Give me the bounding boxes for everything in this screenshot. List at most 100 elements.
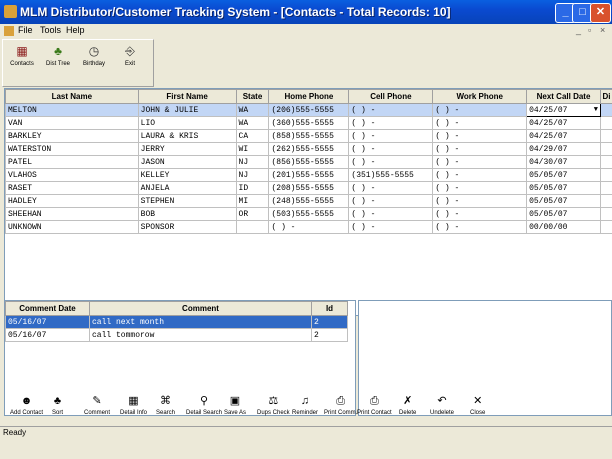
- table-cell[interactable]: ( ) -: [348, 129, 434, 143]
- table-cell[interactable]: ( ) -: [432, 220, 528, 234]
- table-cell[interactable]: WA: [235, 116, 270, 130]
- table-row[interactable]: VLAHOS KELLEY NJ (201)555-5555 (351)555-5555…: [5, 168, 612, 182]
- table-cell[interactable]: CA: [235, 129, 270, 143]
- table-cell[interactable]: ( ) -: [432, 207, 528, 221]
- col-first-name[interactable]: First Name: [137, 89, 237, 104]
- table-row[interactable]: RASET ANJELA ID (208)555-5555( ) -( ) -05/0…: [5, 181, 612, 195]
- table-cell[interactable]: 00/00/00: [526, 220, 601, 234]
- table-cell[interactable]: [599, 168, 612, 182]
- table-cell[interactable]: ( ) -: [348, 155, 434, 169]
- next-call-date-editor[interactable]: 04/25/07: [529, 106, 567, 115]
- table-row[interactable]: HADLEY STEPHEN MI (248)555-5555( ) -( ) -05…: [5, 194, 612, 208]
- detail-search-button[interactable]: ⚲ Detail Search: [186, 394, 222, 416]
- table-cell[interactable]: ▼ 04/25/07: [526, 103, 601, 117]
- birthday-button[interactable]: ◷ Birthday: [77, 42, 111, 80]
- table-cell[interactable]: ( ) -: [348, 220, 434, 234]
- col-work-phone[interactable]: Work Phone: [432, 89, 528, 104]
- add-contact-button[interactable]: ☻ Add Contact: [10, 394, 43, 416]
- table-cell[interactable]: 04/25/07: [526, 129, 601, 143]
- table-cell[interactable]: ( ) -: [432, 155, 528, 169]
- table-cell[interactable]: PATEL: [5, 155, 139, 169]
- table-cell[interactable]: (201)555-5555: [268, 168, 350, 182]
- table-cell[interactable]: JOHN & JULIE: [137, 103, 237, 117]
- table-cell[interactable]: ( ) -: [432, 142, 528, 156]
- dist-tree-button[interactable]: ♣ Dist Tree: [41, 42, 75, 80]
- table-row[interactable]: UNKNOWN SPONSOR( ) -( ) -( ) -00/00/00: [5, 220, 612, 234]
- undelete-button[interactable]: ↶ Undelete: [430, 394, 454, 416]
- table-cell[interactable]: ( ) -: [348, 103, 434, 117]
- mdi-restore-icon[interactable]: ▫: [588, 25, 591, 35]
- print-contact-button[interactable]: ⎙ Print Contact: [357, 394, 392, 416]
- table-cell[interactable]: WATERSTON: [5, 142, 139, 156]
- table-cell[interactable]: WI: [235, 142, 270, 156]
- comment-cell[interactable]: 05/16/07: [5, 328, 90, 342]
- table-cell[interactable]: BOB: [137, 207, 237, 221]
- table-cell[interactable]: (208)555-5555: [268, 181, 350, 195]
- table-cell[interactable]: ( ) -: [348, 142, 434, 156]
- contacts-grid[interactable]: Last Name First Name State Home Phone Ce…: [4, 88, 612, 316]
- table-cell[interactable]: (262)555-5555: [268, 142, 350, 156]
- save-as-button[interactable]: ▣ Save As: [224, 394, 246, 416]
- table-cell[interactable]: LIO: [137, 116, 237, 130]
- table-cell[interactable]: 04/25/07: [526, 116, 601, 130]
- reminder-button[interactable]: ♫ Reminder: [292, 394, 318, 416]
- table-cell[interactable]: [599, 142, 612, 156]
- table-cell[interactable]: VLAHOS: [5, 168, 139, 182]
- table-cell[interactable]: JASON: [137, 155, 237, 169]
- table-cell[interactable]: SPONSOR: [137, 220, 237, 234]
- table-cell[interactable]: ( ) -: [268, 220, 350, 234]
- contacts-button[interactable]: ▦ Contacts: [5, 42, 39, 80]
- table-cell[interactable]: ( ) -: [348, 207, 434, 221]
- table-cell[interactable]: [599, 207, 612, 221]
- col-comment-date[interactable]: Comment Date: [5, 301, 90, 316]
- table-cell[interactable]: MI: [235, 194, 270, 208]
- table-cell[interactable]: [599, 181, 612, 195]
- table-cell[interactable]: HADLEY: [5, 194, 139, 208]
- search-button[interactable]: ⌘ Search: [156, 394, 175, 416]
- table-row[interactable]: PATEL JASON NJ (856)555-5555( ) -( ) -04/30…: [5, 155, 612, 169]
- table-cell[interactable]: NJ: [235, 168, 270, 182]
- table-cell[interactable]: [599, 103, 612, 117]
- mdi-minimize-icon[interactable]: _: [576, 25, 581, 35]
- comment-cell[interactable]: 2: [311, 315, 348, 329]
- table-cell[interactable]: [599, 129, 612, 143]
- close-button[interactable]: ✕ Close: [470, 394, 485, 416]
- table-cell[interactable]: 04/29/07: [526, 142, 601, 156]
- comment-button[interactable]: ✎ Comment: [84, 394, 110, 416]
- dups-check-button[interactable]: ⚖ Dups Check: [257, 394, 290, 416]
- comment-cell[interactable]: 05/16/07: [5, 315, 90, 329]
- sort-button[interactable]: ♣ Sort: [52, 394, 63, 416]
- dropdown-arrow-icon[interactable]: ▼: [594, 106, 598, 114]
- close-window-button[interactable]: ✕: [590, 3, 611, 23]
- comment-row[interactable]: 05/16/07 call tommorow 2: [5, 328, 348, 342]
- table-cell[interactable]: ( ) -: [432, 194, 528, 208]
- col-comment[interactable]: Comment: [89, 301, 312, 316]
- exit-button[interactable]: ⎆ Exit: [113, 42, 147, 80]
- menu-tools[interactable]: Tools: [40, 25, 61, 35]
- table-row[interactable]: MELTON JOHN & JULIE WA (206)555-5555( ) -( …: [5, 103, 612, 117]
- table-cell[interactable]: RASET: [5, 181, 139, 195]
- col-next-call-date[interactable]: Next Call Date: [526, 89, 601, 104]
- table-cell[interactable]: [235, 220, 270, 234]
- col-state[interactable]: State: [235, 89, 270, 104]
- table-cell[interactable]: [599, 194, 612, 208]
- table-cell[interactable]: BARKLEY: [5, 129, 139, 143]
- table-cell[interactable]: ( ) -: [348, 181, 434, 195]
- table-cell[interactable]: LAURA & KRIS: [137, 129, 237, 143]
- table-row[interactable]: BARKLEY LAURA & KRIS CA (858)555-5555( ) -(…: [5, 129, 612, 143]
- table-cell[interactable]: ( ) -: [432, 103, 528, 117]
- table-cell[interactable]: 05/05/07: [526, 207, 601, 221]
- table-cell[interactable]: (248)555-5555: [268, 194, 350, 208]
- table-cell[interactable]: ( ) -: [348, 194, 434, 208]
- comment-cell[interactable]: call tommorow: [89, 328, 312, 342]
- table-cell[interactable]: ( ) -: [348, 116, 434, 130]
- comment-cell[interactable]: 2: [311, 328, 348, 342]
- table-row[interactable]: WATERSTON JERRY WI (262)555-5555( ) -( ) -0…: [5, 142, 612, 156]
- menu-help[interactable]: Help: [66, 25, 85, 35]
- table-cell[interactable]: (503)555-5555: [268, 207, 350, 221]
- table-cell[interactable]: OR: [235, 207, 270, 221]
- table-cell[interactable]: ( ) -: [432, 116, 528, 130]
- table-cell[interactable]: (360)555-5555: [268, 116, 350, 130]
- comment-cell[interactable]: call next month: [89, 315, 312, 329]
- menu-file[interactable]: File: [18, 25, 33, 35]
